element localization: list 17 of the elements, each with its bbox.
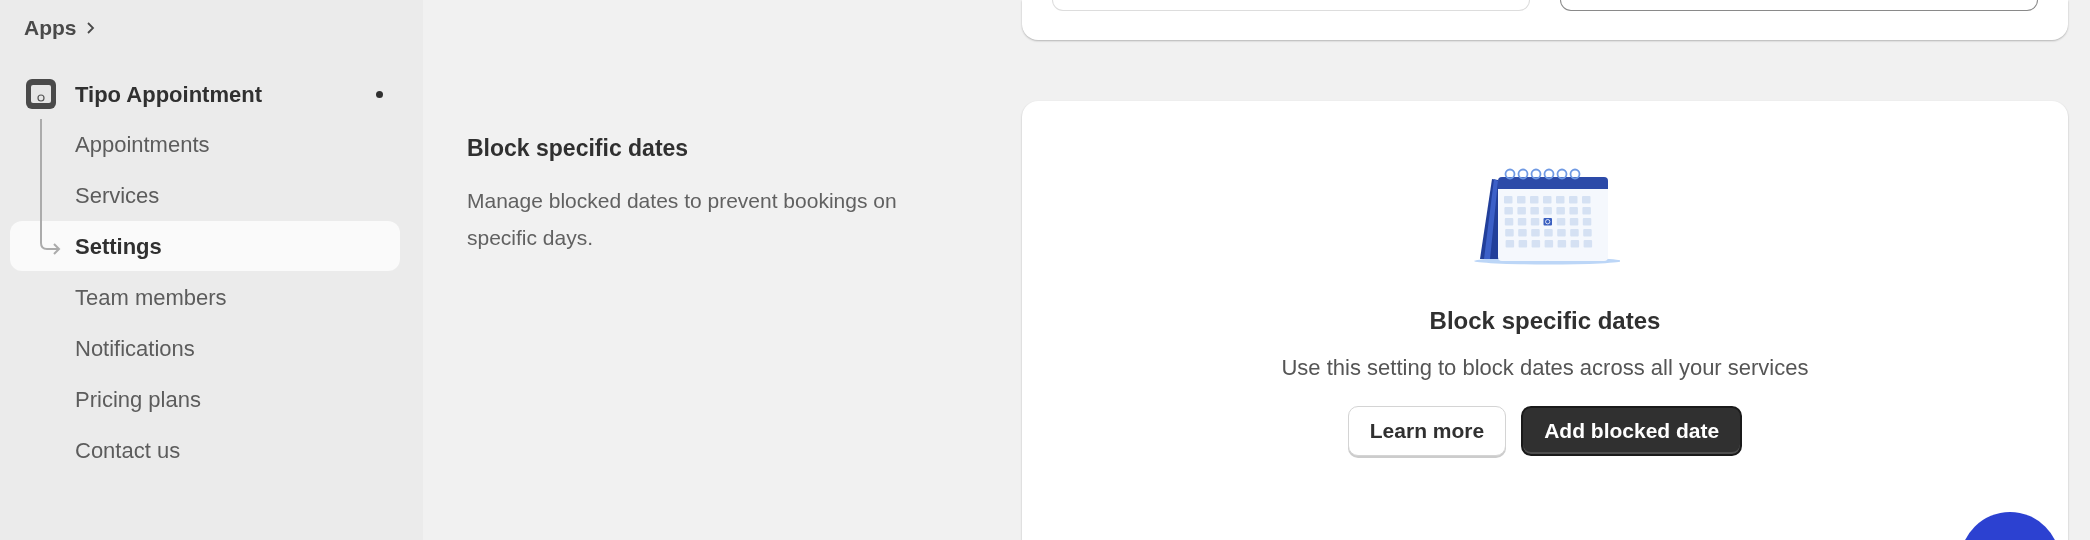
nav-item[interactable]: Appointments: [10, 119, 400, 169]
nav-item[interactable]: Contact us: [10, 425, 400, 475]
card-title: Block specific dates: [1429, 306, 1661, 336]
nav-item[interactable]: Pricing plans: [10, 374, 400, 424]
nav-item[interactable]: Team members: [10, 272, 400, 322]
add-button[interactable]: Add blocked date: [1521, 406, 1743, 456]
nav-item[interactable]: Services: [10, 170, 400, 220]
section-description: Manage blocked dates to prevent bookings on specific days.: [467, 187, 898, 251]
calendar-app-icon: [26, 79, 56, 109]
breadcrumb-link[interactable]: Apps: [24, 12, 77, 44]
section-title: Block specific dates: [467, 134, 690, 163]
chevron-right-icon: [84, 21, 95, 35]
card-text: Use this setting to block dates across all your services: [1281, 354, 1809, 382]
app-name[interactable]: Tipo Appointment: [75, 77, 376, 111]
nav-item[interactable]: Notifications: [10, 323, 400, 373]
learn-more-button[interactable]: Learn more: [1347, 406, 1507, 456]
nav-item[interactable]: Settings: [10, 221, 400, 271]
